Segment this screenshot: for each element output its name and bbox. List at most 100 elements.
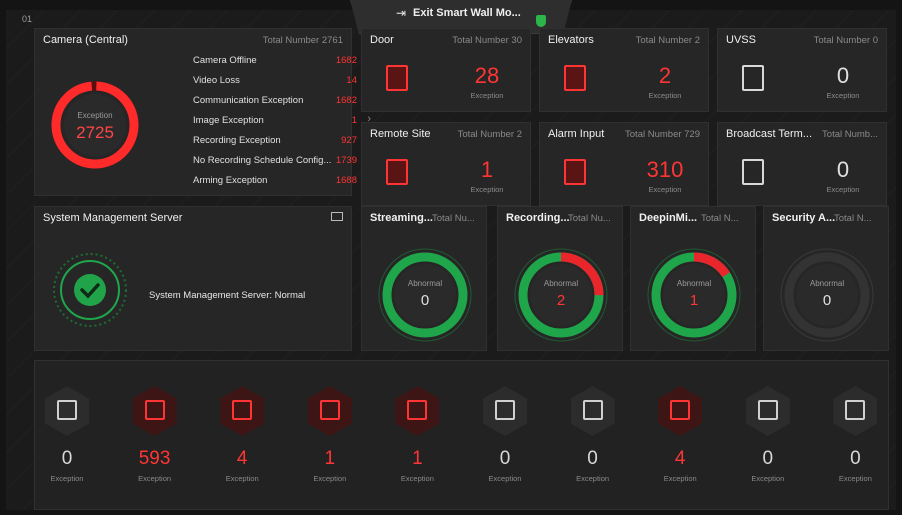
screen-label: 01: [22, 14, 33, 24]
tile-value-label: Exception: [826, 91, 860, 100]
status-tile[interactable]: UVSS Total Number 0 0 Exception: [717, 28, 887, 112]
camera-row-value: 1739: [335, 155, 357, 166]
camera-row-label: No Recording Schedule Config...: [193, 155, 332, 166]
device-type-item[interactable]: 593 Exception: [125, 382, 185, 492]
device-type-item[interactable]: 0 Exception: [825, 382, 885, 492]
server-ring-label: Abnormal: [543, 279, 579, 288]
tile-value: 0: [836, 157, 850, 182]
tile-value-label: Exception: [648, 185, 682, 194]
tile-title: Door: [370, 34, 394, 46]
device-exception-value: 1: [324, 448, 336, 469]
status-tile[interactable]: Elevators Total Number 2 2 Exception: [539, 28, 709, 112]
broadcast-icon: [742, 159, 764, 185]
tile-title: Remote Site: [370, 128, 431, 140]
camera-row-value: 1: [351, 115, 357, 126]
server-status-panel[interactable]: Security A... Total N... Abnormal 0: [763, 206, 889, 351]
camera-row-value: 1682: [335, 95, 357, 106]
alarm-input-icon: [564, 159, 586, 185]
sms-panel: System Management Server System Manageme…: [34, 206, 352, 351]
server-ring-label: Abnormal: [809, 279, 845, 288]
camera-row-label: Camera Offline: [193, 55, 257, 66]
security-control-panel-icon: [495, 400, 515, 420]
server-ring-label: Abnormal: [407, 279, 443, 288]
device-type-item[interactable]: 1 Exception: [387, 382, 447, 492]
device-exception-value: 0: [61, 448, 73, 469]
camera-row-value: 1688: [335, 175, 357, 186]
camera-exception-row[interactable]: Video Loss 14 ›: [193, 71, 373, 91]
tile-value-label: Exception: [470, 91, 504, 100]
camera-row-label: Arming Exception: [193, 175, 268, 186]
server-ring-value: 0: [420, 292, 430, 309]
camera-total: Total Number 2761: [262, 35, 343, 46]
device-exception-value: 0: [850, 448, 861, 469]
device-exception-label: Exception: [50, 474, 84, 483]
server-ring-value: 2: [556, 292, 566, 309]
elevator-controller-icon: [319, 400, 340, 420]
server-total: Total N...: [701, 213, 739, 224]
status-tile[interactable]: Remote Site Total Number 2 1 Exception: [361, 122, 531, 206]
server-ring-label: Abnormal: [676, 279, 712, 288]
device-type-item[interactable]: 0 Exception: [563, 382, 623, 492]
camera-exception-row[interactable]: Arming Exception 1688 ›: [193, 171, 373, 191]
camera-ring-value: 2725: [76, 123, 114, 142]
decoder-icon: [582, 400, 603, 420]
shield-check-icon: [536, 15, 546, 27]
server-total: Total Nu...: [432, 213, 475, 224]
server-status-panel[interactable]: Recording... Total Nu... Abnormal 2: [497, 206, 623, 351]
device-type-item[interactable]: 0 Exception: [738, 382, 798, 492]
tile-title: Broadcast Term...: [726, 128, 812, 140]
status-tile[interactable]: Alarm Input Total Number 729 310 Excepti…: [539, 122, 709, 206]
camera-exception-row[interactable]: Communication Exception 1682 ›: [193, 91, 373, 111]
camera-panel: Camera (Central) Total Number 2761 Excep…: [34, 28, 371, 196]
device-type-item[interactable]: 0 Exception: [37, 382, 97, 492]
camera-exception-row[interactable]: Image Exception 1 ›: [193, 111, 373, 131]
tile-total: Total Numb...: [822, 129, 878, 140]
server-title: Recording...: [506, 212, 570, 224]
camera-row-value: 14: [346, 75, 357, 86]
camera-row-label: Video Loss: [193, 75, 240, 86]
camera-exception-row[interactable]: Camera Offline 1682 ›: [193, 51, 373, 71]
tile-value: 2: [658, 63, 672, 88]
tile-title: UVSS: [726, 34, 756, 46]
door-controller-icon: [232, 400, 253, 420]
tile-total: Total Number 2: [457, 129, 522, 140]
device-exception-label: Exception: [488, 474, 522, 483]
device-exception-label: Exception: [313, 474, 347, 483]
camera-exception-row[interactable]: No Recording Schedule Config... 1739 ›: [193, 151, 373, 171]
device-exception-value: 0: [762, 448, 774, 469]
server-title: Security A...: [772, 212, 836, 224]
camera-row-value: 927: [341, 135, 357, 146]
encoder-icon: [57, 400, 77, 420]
device-type-item[interactable]: 1 Exception: [300, 382, 360, 492]
device-exception-label: Exception: [576, 474, 610, 483]
device-exception-value: 0: [587, 448, 598, 469]
device-exception-value: 1: [412, 448, 423, 469]
tile-value: 310: [646, 157, 684, 182]
face-terminal-icon: [757, 400, 778, 420]
device-exception-label: Exception: [225, 474, 259, 483]
server-ring-value: 1: [689, 292, 699, 309]
device-type-item[interactable]: 0 Exception: [475, 382, 535, 492]
server-title: Streaming...: [370, 212, 433, 224]
device-exception-label: Exception: [400, 474, 434, 483]
server-status-panel[interactable]: Streaming... Total Nu... Abnormal 0: [361, 206, 487, 351]
device-type-item[interactable]: 4 Exception: [650, 382, 710, 492]
sms-status-ring: [53, 253, 127, 327]
tile-value: 28: [474, 63, 500, 88]
exit-icon: ⇥: [396, 6, 407, 20]
device-exception-label: Exception: [138, 474, 172, 483]
server-total: Total Nu...: [568, 213, 611, 224]
camera-exception-row[interactable]: Recording Exception 927 ›: [193, 131, 373, 151]
door-icon: [386, 65, 408, 91]
camera-row-label: Communication Exception: [193, 95, 304, 106]
server-status-panel[interactable]: DeepinMi... Total N... Abnormal 1: [630, 206, 756, 351]
status-tile[interactable]: Door Total Number 30 28 Exception: [361, 28, 531, 112]
device-type-item[interactable]: 4 Exception: [212, 382, 272, 492]
device-exception-label: Exception: [838, 474, 872, 483]
sms-monitor-icon[interactable]: [331, 212, 343, 221]
device-exception-label: Exception: [751, 474, 785, 483]
device-exception-value: 4: [674, 448, 686, 469]
status-tile[interactable]: Broadcast Term... Total Numb... 0 Except…: [717, 122, 887, 206]
camera-row-label: Recording Exception: [193, 135, 281, 146]
tile-value: 0: [836, 63, 850, 88]
